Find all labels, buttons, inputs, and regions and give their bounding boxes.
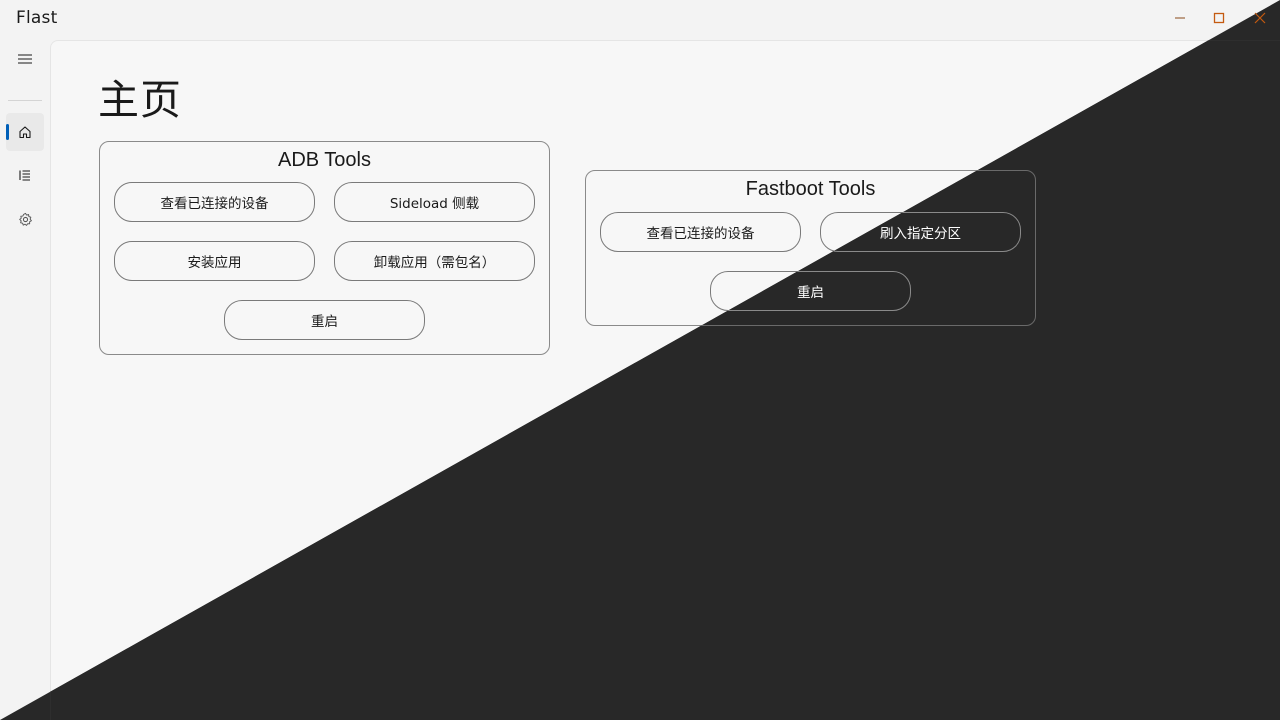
adb-tools-title: ADB Tools (277, 149, 371, 171)
adb-devices-button[interactable]: 查看已连接的设备 (114, 182, 315, 222)
hamburger-menu-button[interactable] (6, 40, 44, 78)
adb-sideload-button[interactable]: Sideload 侧载 (334, 182, 535, 222)
adb-uninstall-app-button[interactable]: 卸载应用（需包名） (334, 241, 535, 281)
home-icon (19, 126, 31, 139)
fastboot-devices-button[interactable]: 查看已连接的设备 (600, 212, 801, 252)
adb-reboot-button[interactable]: 重启 (224, 300, 425, 340)
title-bar: Flast (0, 0, 1280, 40)
nav-item-settings[interactable] (6, 200, 44, 238)
gear-icon (18, 212, 32, 226)
hamburger-menu-icon (18, 54, 32, 64)
adb-install-app-button[interactable]: 安装应用 (114, 241, 315, 281)
maximize-icon (1213, 12, 1225, 24)
adb-tools-card: ADB Tools 查看已连接的设备 Sideload 侧载 安装应用 卸载应用… (99, 141, 550, 355)
app-title: Flast (16, 8, 58, 28)
selection-indicator (6, 124, 9, 140)
nav-item-list[interactable] (6, 156, 44, 194)
list-icon (19, 170, 30, 181)
navigation-rail (0, 40, 50, 720)
minimize-icon (1175, 17, 1185, 19)
nav-item-home[interactable] (6, 113, 44, 151)
nav-separator (8, 100, 42, 101)
page-title: 主页 (98, 76, 182, 124)
minimize-button[interactable] (1160, 0, 1200, 36)
close-icon (1254, 12, 1266, 24)
